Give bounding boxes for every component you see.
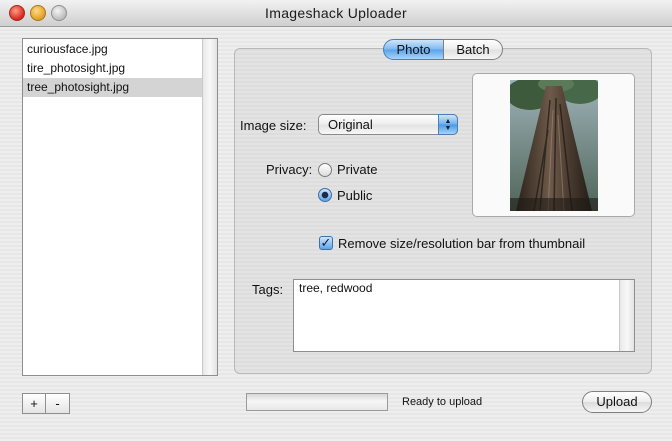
file-list[interactable]: curiousface.jpg tire_photosight.jpg tree… — [22, 38, 218, 376]
private-radio-label: Private — [337, 162, 378, 177]
tags-label: Tags: — [252, 282, 284, 297]
image-size-value: Original — [328, 117, 373, 132]
title-bar[interactable]: Imageshack Uploader — [0, 0, 672, 27]
file-item-curiousface[interactable]: curiousface.jpg — [23, 40, 203, 59]
image-size-label: Image size: — [240, 118, 307, 133]
upload-progress-bar — [246, 393, 388, 411]
window-title: Imageshack Uploader — [265, 5, 407, 21]
thumbnail-preview — [472, 73, 635, 217]
remove-bar-checkbox[interactable]: ✓ — [319, 236, 333, 250]
privacy-label: Privacy: — [266, 162, 313, 177]
public-radio-label: Public — [337, 188, 373, 203]
tab-photo[interactable]: Photo — [383, 39, 444, 60]
add-file-button[interactable]: + — [22, 393, 46, 414]
tab-batch[interactable]: Batch — [443, 39, 503, 60]
public-radio[interactable] — [318, 188, 332, 202]
file-item-tire-photosight[interactable]: tire_photosight.jpg — [23, 59, 203, 78]
private-radio[interactable] — [318, 163, 332, 177]
file-item-tree-photosight[interactable]: tree_photosight.jpg — [23, 78, 203, 97]
uploader-window: Imageshack Uploader curiousface.jpg tire… — [0, 0, 672, 441]
upload-button[interactable]: Upload — [582, 391, 652, 413]
upload-status-text: Ready to upload — [402, 396, 483, 408]
tags-scrollbar[interactable] — [619, 280, 634, 351]
remove-bar-label: Remove size/resolution bar from thumbnai… — [338, 236, 586, 251]
tags-value: tree, redwood — [299, 281, 373, 295]
checkmark-icon: ✓ — [320, 235, 332, 250]
chevron-updown-icon: ▲ ▼ — [438, 114, 458, 135]
tree-thumbnail-image — [510, 80, 598, 211]
tags-textarea[interactable]: tree, redwood — [293, 279, 635, 352]
file-list-scrollbar[interactable] — [202, 39, 217, 375]
remove-file-button[interactable]: - — [46, 393, 70, 414]
image-size-select[interactable]: Original ▲ ▼ — [318, 114, 458, 135]
